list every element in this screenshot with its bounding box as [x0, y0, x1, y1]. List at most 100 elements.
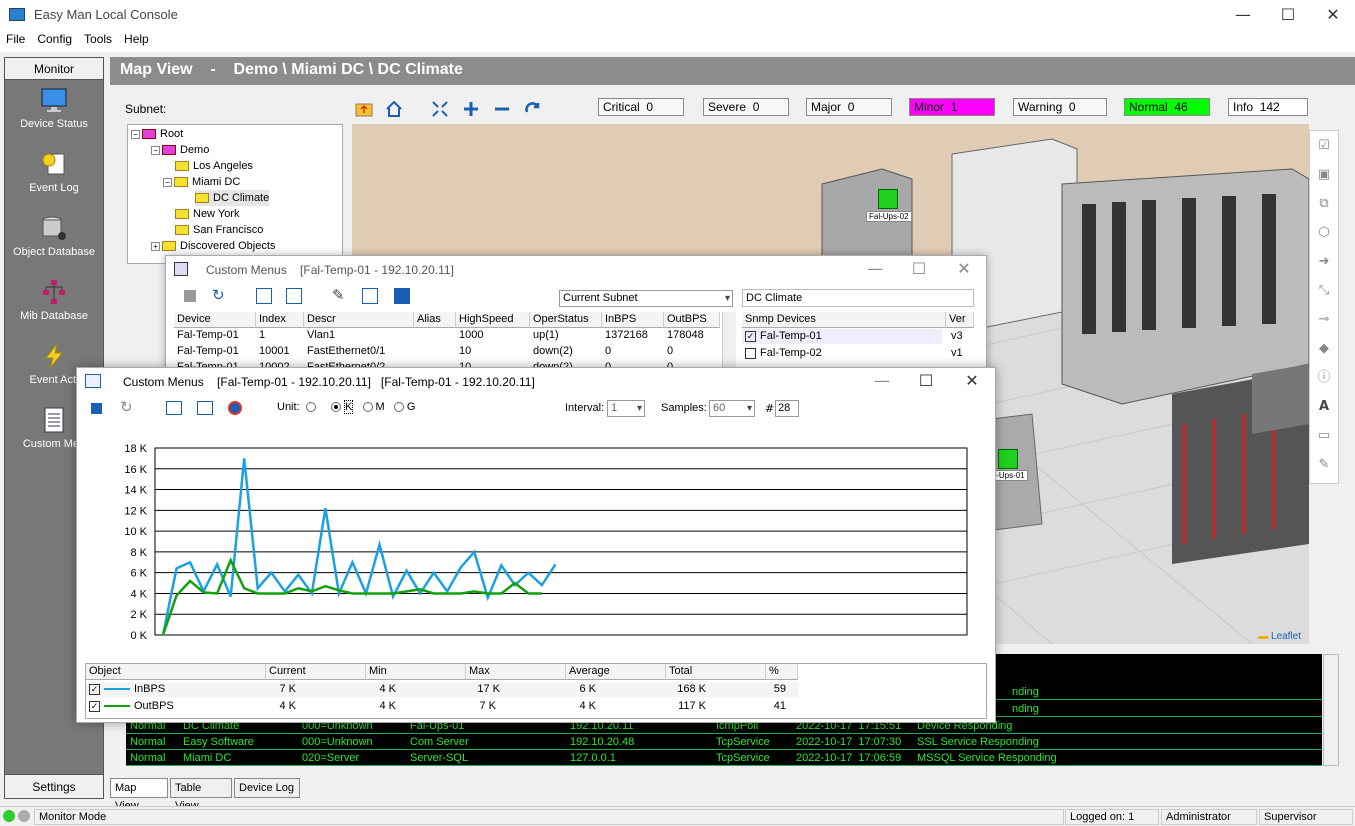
samples-select[interactable]: 60: [709, 400, 755, 417]
snmp-devices-list[interactable]: Snmp Devices Ver ✓ Fal-Temp-01 v3 Fal-Tem…: [742, 312, 974, 370]
home-icon[interactable]: [384, 99, 404, 119]
count-label: #: [765, 402, 775, 415]
sidebar-item-event-log[interactable]: Event Log: [5, 150, 103, 210]
interfaces-table[interactable]: Device Index Descr Alias HighSpeed OperS…: [174, 312, 734, 370]
folder-up-icon[interactable]: [354, 99, 374, 119]
logged-on-count: Logged on: 1: [1065, 809, 1159, 825]
tree-node-miami-dc[interactable]: − Miami DC: [163, 174, 240, 190]
chart-icon[interactable]: [362, 288, 378, 304]
status-critical[interactable]: Critical 0: [598, 98, 684, 116]
sidebar-settings[interactable]: Settings: [5, 774, 103, 798]
list-item[interactable]: ✓ Fal-Temp-01: [742, 329, 942, 344]
fit-icon[interactable]: [430, 99, 450, 119]
count-field[interactable]: 28: [775, 400, 799, 417]
maximize-button[interactable]: ☐: [896, 258, 942, 280]
edit-icon[interactable]: ✎: [1310, 450, 1338, 479]
series-checkbox[interactable]: ✓: [89, 683, 100, 695]
close-button[interactable]: ✕: [941, 258, 987, 280]
menu-config[interactable]: Config: [31, 30, 78, 48]
tab-device-log[interactable]: Device Log: [234, 778, 300, 798]
status-normal[interactable]: Normal 46: [1124, 98, 1210, 116]
close-button[interactable]: ✕: [949, 370, 995, 392]
device-checkbox[interactable]: [745, 347, 756, 359]
menu-file[interactable]: File: [0, 30, 31, 48]
stop-icon[interactable]: [91, 403, 102, 414]
status-major[interactable]: Major 0: [806, 98, 892, 116]
table-row[interactable]: Normal Easy Software 000=Unknown Com Server…: [126, 734, 1322, 750]
sidebar-item-device-status[interactable]: Device Status: [5, 86, 103, 146]
list-item[interactable]: Fal-Temp-02: [742, 346, 942, 361]
tree-node-dc-climate[interactable]: DC Climate: [195, 190, 270, 206]
ups-device-icon[interactable]: [878, 189, 898, 209]
minimize-button[interactable]: —: [1220, 4, 1266, 26]
subnet-select[interactable]: Current Subnet: [559, 290, 733, 307]
refresh-icon[interactable]: ↻: [120, 398, 133, 416]
table-row[interactable]: Normal Miami DC 020=Server Server-SQL 127.0.…: [126, 750, 1322, 766]
folder-icon: [162, 145, 176, 156]
tab-table-view[interactable]: Table View: [170, 778, 232, 812]
refresh-icon[interactable]: [523, 99, 543, 119]
sidebar-item-object-database[interactable]: Object Database: [5, 214, 103, 274]
select-checkbox-icon[interactable]: ☑: [1310, 131, 1338, 160]
stop-icon[interactable]: [184, 290, 196, 302]
tree-node-demo[interactable]: − Demo: [151, 142, 209, 158]
tab-map-view[interactable]: Map View: [110, 778, 168, 812]
event-grid-scrollbar[interactable]: [1323, 654, 1339, 766]
pencil-icon[interactable]: ✎: [332, 286, 345, 304]
status-severe[interactable]: Severe 0: [703, 98, 789, 116]
tree-node-root[interactable]: − Root: [131, 126, 183, 142]
minimize-button[interactable]: —: [859, 370, 905, 392]
tree-node-los-angeles[interactable]: Los Angeles: [175, 158, 253, 174]
menu-tools[interactable]: Tools: [78, 30, 118, 48]
unit-radio-g[interactable]: [393, 402, 404, 413]
status-info[interactable]: Info 142: [1228, 98, 1308, 116]
tree-node-discovered-objects[interactable]: + Discovered Objects: [151, 238, 275, 254]
group-field[interactable]: DC Climate: [742, 289, 974, 307]
menu-help[interactable]: Help: [118, 30, 155, 48]
tree-node-san-francisco[interactable]: San Francisco: [175, 222, 263, 238]
bar-chart-icon[interactable]: [197, 401, 213, 415]
resize-icon[interactable]: [286, 288, 302, 304]
maximize-button[interactable]: ☐: [1265, 4, 1311, 26]
unit-radio-m[interactable]: [362, 402, 373, 413]
sidebar-item-mib-database[interactable]: Mib Database: [5, 278, 103, 338]
series-checkbox[interactable]: ✓: [89, 700, 100, 712]
line-chart-icon[interactable]: [166, 401, 182, 415]
tree-node-new-york[interactable]: New York: [175, 206, 239, 222]
zoom-in-icon[interactable]: [461, 99, 481, 119]
rectangle-icon[interactable]: ▭: [1310, 421, 1338, 450]
y-tick-label: 14 K: [124, 485, 147, 497]
info-icon[interactable]: ⓘ: [1310, 363, 1338, 392]
maximize-button[interactable]: ☐: [903, 370, 949, 392]
export-icon[interactable]: [256, 288, 272, 304]
unit-radio-none[interactable]: [305, 402, 316, 413]
diamond-icon[interactable]: ◆: [1310, 334, 1338, 363]
sidebar-header-monitor[interactable]: Monitor: [5, 58, 103, 80]
status-minor[interactable]: Minor 1: [909, 98, 995, 116]
save-icon[interactable]: [394, 288, 410, 304]
device-icon[interactable]: ▣: [1310, 160, 1338, 189]
network-icon[interactable]: ⧉: [1310, 189, 1338, 218]
pie-chart-icon[interactable]: [228, 401, 242, 415]
connection-status-icon: [3, 810, 15, 822]
text-icon[interactable]: A: [1310, 392, 1338, 421]
document-icon: [44, 407, 64, 433]
subnet-tree: − Root − Demo Los Angeles − Miami DC DC Cli…: [127, 124, 343, 264]
page-header: Map View - Demo \ Miami DC \ DC Climate: [110, 57, 1355, 85]
link-icon[interactable]: ⤡: [1310, 276, 1338, 305]
interval-select[interactable]: 1: [607, 400, 645, 417]
unit-radio-k[interactable]: [330, 402, 341, 413]
ups-device-icon[interactable]: [998, 449, 1018, 469]
arrow-icon[interactable]: ➜: [1310, 247, 1338, 276]
leaflet-attribution[interactable]: ▬ Leaflet: [1258, 631, 1301, 642]
close-button[interactable]: ✕: [1310, 4, 1355, 26]
device-checkbox[interactable]: ✓: [745, 330, 756, 342]
line-icon[interactable]: ⊸: [1310, 305, 1338, 334]
chart-window-icon: [85, 374, 101, 388]
refresh-icon[interactable]: ↻: [212, 286, 225, 304]
zoom-out-icon[interactable]: [492, 99, 512, 119]
status-warning[interactable]: Warning 0: [1013, 98, 1107, 116]
shape-icon[interactable]: ⬡: [1310, 218, 1338, 247]
minimize-button[interactable]: —: [852, 258, 898, 280]
interfaces-scrollbar[interactable]: [722, 312, 736, 370]
